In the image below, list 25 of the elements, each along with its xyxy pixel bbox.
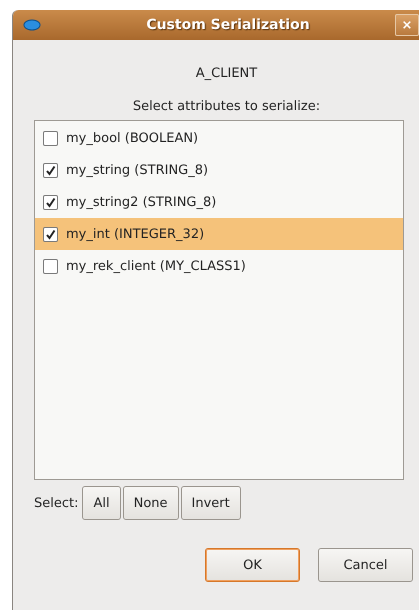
select-button[interactable]: None [122, 486, 179, 520]
select-button[interactable]: All [82, 486, 121, 520]
attribute-label: my_rek_client (MY_CLASS1) [66, 258, 246, 274]
select-label: Select: [34, 496, 78, 510]
attribute-row[interactable]: my_bool (BOOLEAN) [35, 122, 403, 154]
attribute-label: my_string (STRING_8) [66, 162, 208, 178]
cancel-button[interactable]: Cancel [318, 548, 413, 582]
checkbox[interactable] [43, 194, 58, 210]
attribute-row[interactable]: my_string2 (STRING_8) [35, 186, 403, 218]
select-button[interactable]: Invert [180, 486, 241, 520]
checkbox[interactable] [43, 258, 58, 274]
prompt-text: Select attributes to serialize: [132, 99, 320, 114]
app-icon [23, 19, 41, 31]
attribute-row[interactable]: my_int (INTEGER_32) [35, 218, 403, 250]
class-name: A_CLIENT [196, 66, 258, 81]
checkbox[interactable] [43, 226, 58, 242]
checkbox[interactable] [43, 130, 58, 146]
attribute-row[interactable]: my_rek_client (MY_CLASS1) [35, 250, 403, 282]
attribute-label: my_int (INTEGER_32) [66, 226, 204, 242]
attribute-label: my_string2 (STRING_8) [66, 194, 216, 210]
ok-button[interactable]: OK [205, 548, 300, 582]
window-title: Custom Serialization [145, 17, 311, 33]
attribute-row[interactable]: my_string (STRING_8) [35, 154, 403, 186]
attribute-label: my_bool (BOOLEAN) [66, 130, 198, 146]
checkbox[interactable] [43, 162, 58, 178]
